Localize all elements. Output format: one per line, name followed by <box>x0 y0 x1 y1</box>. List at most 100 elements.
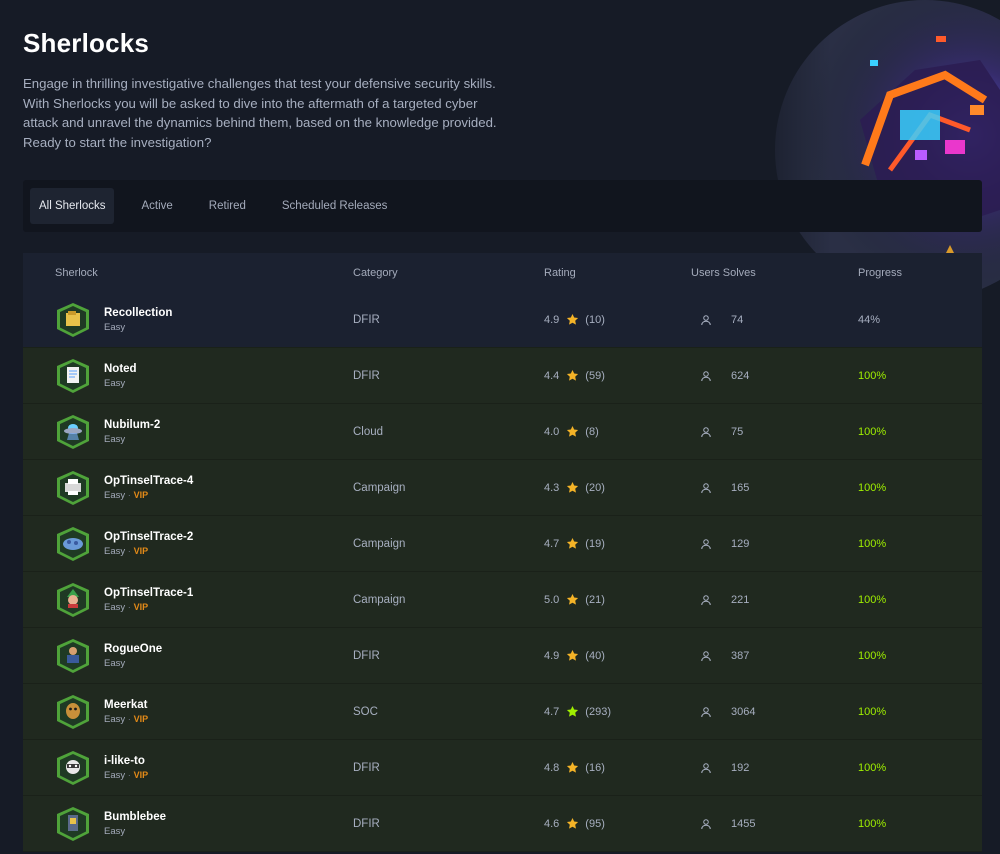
separator-dot: · <box>125 769 134 781</box>
sherlock-user-solves: 3064 <box>691 706 858 718</box>
sherlock-cell: Nubilum-2 Easy <box>23 414 353 450</box>
difficulty-label: Easy <box>104 545 126 557</box>
solves-count: 1455 <box>731 817 756 830</box>
sherlock-progress: 100% <box>858 481 887 494</box>
badge-bee-icon <box>55 806 91 842</box>
header-users-solves[interactable]: Users Solves <box>691 267 858 279</box>
table-row-nubilum-2[interactable]: Nubilum-2 Easy Cloud 4.0 (8) 75 100% <box>23 404 982 460</box>
sherlock-category: Campaign <box>353 593 406 606</box>
rating-votes: (20) <box>585 481 605 494</box>
sherlock-rating: 4.8 (16) <box>544 761 691 774</box>
table-row-optinseltrace-1[interactable]: OpTinselTrace-1 Easy · VIP Campaign 5.0 … <box>23 572 982 628</box>
vip-badge: VIP <box>133 769 149 780</box>
sherlock-rating: 4.6 (95) <box>544 817 691 830</box>
sherlock-name[interactable]: Bumblebee <box>104 811 166 823</box>
table-row-recollection[interactable]: Recollection Easy DFIR 4.9 (10) 74 44% <box>23 292 982 348</box>
sherlock-category: DFIR <box>353 761 380 774</box>
table-row-optinseltrace-2[interactable]: OpTinselTrace-2 Easy · VIP Campaign 4.7 … <box>23 516 982 572</box>
sherlock-name[interactable]: Meerkat <box>104 699 148 711</box>
badge-meerkat-icon <box>55 694 91 730</box>
separator-dot: · <box>125 545 134 557</box>
sherlock-name[interactable]: Nubilum-2 <box>104 419 160 431</box>
sherlock-name[interactable]: OpTinselTrace-4 <box>104 475 193 487</box>
separator-dot: · <box>125 601 134 613</box>
user-icon <box>701 482 711 493</box>
sherlock-progress: 100% <box>858 593 887 606</box>
rating-value: 4.0 <box>544 425 560 438</box>
header-progress[interactable]: Progress <box>858 267 902 279</box>
difficulty-label: Easy <box>104 769 126 781</box>
sherlock-user-solves: 74 <box>691 314 858 326</box>
table-row-rogueone[interactable]: RogueOne Easy DFIR 4.9 (40) 387 100% <box>23 628 982 684</box>
sherlock-user-solves: 192 <box>691 762 858 774</box>
header-sherlock[interactable]: Sherlock <box>23 267 353 279</box>
sherlock-rating: 5.0 (21) <box>544 593 691 606</box>
sherlock-name[interactable]: i-like-to <box>104 755 148 767</box>
table-body: Recollection Easy DFIR 4.9 (10) 74 44% N… <box>23 292 982 852</box>
table-row-bumblebee[interactable]: Bumblebee Easy DFIR 4.6 (95) 1455 100% <box>23 796 982 852</box>
table-row-noted[interactable]: Noted Easy DFIR 4.4 (59) 624 100% <box>23 348 982 404</box>
tabs-bar: All Sherlocks Active Retired Scheduled R… <box>23 180 982 232</box>
sherlock-progress: 100% <box>858 705 887 718</box>
rating-votes: (19) <box>585 537 605 550</box>
rating-votes: (16) <box>585 761 605 774</box>
vip-badge: VIP <box>133 601 149 612</box>
header-category[interactable]: Category <box>353 267 544 279</box>
table-row-optinseltrace-4[interactable]: OpTinselTrace-4 Easy · VIP Campaign 4.3 … <box>23 460 982 516</box>
sherlock-name[interactable]: OpTinselTrace-2 <box>104 531 193 543</box>
user-icon <box>701 370 711 381</box>
star-icon <box>567 649 579 661</box>
sherlock-difficulty: Easy · VIP <box>104 490 193 501</box>
vip-badge: VIP <box>133 713 149 724</box>
badge-ufo-icon <box>55 414 91 450</box>
rating-votes: (10) <box>585 313 605 326</box>
sherlock-difficulty: Easy <box>104 378 137 389</box>
solves-count: 129 <box>731 537 750 550</box>
sherlock-cell: RogueOne Easy <box>23 638 353 674</box>
rating-votes: (59) <box>585 369 605 382</box>
tab-retired[interactable]: Retired <box>200 188 255 224</box>
solves-count: 165 <box>731 481 750 494</box>
star-icon <box>567 593 579 605</box>
sherlock-user-solves: 75 <box>691 426 858 438</box>
sherlock-progress: 100% <box>858 369 887 382</box>
tab-all-sherlocks[interactable]: All Sherlocks <box>30 188 115 224</box>
sherlock-user-solves: 387 <box>691 650 858 662</box>
table-row-i-like-to[interactable]: i-like-to Easy · VIP DFIR 4.8 (16) 192 1… <box>23 740 982 796</box>
sherlock-cell: i-like-to Easy · VIP <box>23 750 353 786</box>
rating-value: 4.4 <box>544 369 560 382</box>
tab-scheduled-releases[interactable]: Scheduled Releases <box>273 188 397 224</box>
page-title: Sherlocks <box>23 28 150 58</box>
sherlock-rating: 4.3 (20) <box>544 481 691 494</box>
sherlock-category: SOC <box>353 705 378 718</box>
header-rating[interactable]: Rating <box>544 267 691 279</box>
difficulty-label: Easy <box>104 601 126 613</box>
sherlock-user-solves: 129 <box>691 538 858 550</box>
sherlock-name[interactable]: Noted <box>104 363 137 375</box>
sherlock-rating: 4.9 (10) <box>544 313 691 326</box>
user-icon <box>701 314 711 325</box>
sherlock-progress: 100% <box>858 649 887 662</box>
tab-active[interactable]: Active <box>132 188 181 224</box>
star-icon <box>567 369 579 381</box>
sherlock-name[interactable]: OpTinselTrace-1 <box>104 587 193 599</box>
rating-votes: (95) <box>585 817 605 830</box>
sherlock-difficulty: Easy <box>104 658 162 669</box>
sherlock-name[interactable]: RogueOne <box>104 643 162 655</box>
star-icon <box>567 817 579 829</box>
solves-count: 387 <box>731 649 750 662</box>
star-icon <box>567 313 579 325</box>
sherlock-progress: 44% <box>858 313 881 326</box>
rating-value: 4.7 <box>544 705 560 718</box>
difficulty-label: Easy <box>104 321 126 333</box>
user-icon <box>701 538 711 549</box>
badge-printer-icon <box>55 470 91 506</box>
sherlocks-table: Sherlock Category Rating Users Solves Pr… <box>23 253 982 852</box>
rating-value: 4.6 <box>544 817 560 830</box>
sherlock-difficulty: Easy <box>104 434 160 445</box>
user-icon <box>701 762 711 773</box>
sherlock-rating: 4.0 (8) <box>544 425 691 438</box>
table-row-meerkat[interactable]: Meerkat Easy · VIP SOC 4.7 (293) 3064 10… <box>23 684 982 740</box>
sherlock-name[interactable]: Recollection <box>104 307 172 319</box>
difficulty-label: Easy <box>104 825 126 837</box>
